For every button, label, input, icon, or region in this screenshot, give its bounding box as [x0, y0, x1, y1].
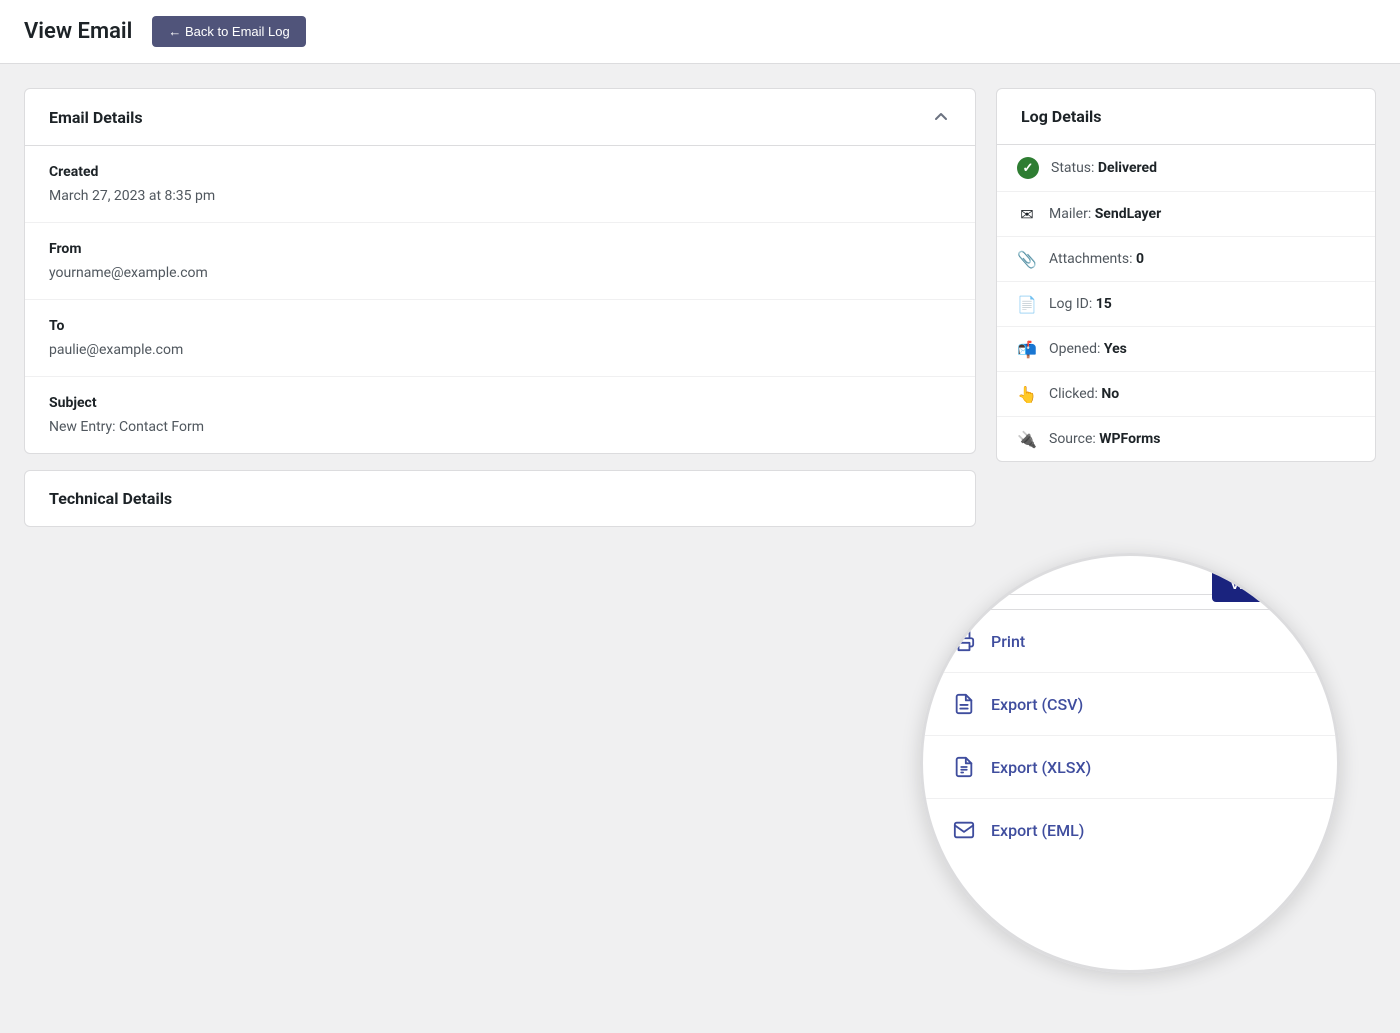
csv-icon: [951, 691, 977, 717]
export-eml-label: Export (EML): [991, 821, 1084, 840]
created-value: March 27, 2023 at 8:35 pm: [49, 188, 951, 204]
log-details-header: Log Details: [997, 89, 1375, 145]
log-source-text: Source: WPForms: [1049, 431, 1160, 447]
export-eml-action[interactable]: Export (EML): [923, 799, 1337, 861]
log-status-text: Status: Delivered: [1051, 160, 1157, 176]
log-mailer-value: SendLayer: [1095, 206, 1162, 222]
log-opened-text: Opened: Yes: [1049, 341, 1127, 357]
technical-details-header: Technical Details: [25, 471, 975, 526]
log-item-attachments: 📎 Attachments: 0: [997, 237, 1375, 282]
check-circle-icon: [1017, 157, 1039, 179]
view-email-button[interactable]: View Email: [1212, 566, 1321, 602]
created-label: Created: [49, 164, 951, 180]
log-details-card: Log Details Status: Delivered ✉ Mailer: …: [996, 88, 1376, 462]
log-clicked-value: No: [1101, 386, 1119, 402]
from-row: From yourname@example.com: [25, 223, 975, 300]
page-title: View Email: [24, 19, 132, 44]
log-attachments-text: Attachments: 0: [1049, 251, 1144, 267]
log-item-opened: 📬 Opened: Yes: [997, 327, 1375, 372]
plug-icon: 🔌: [1017, 429, 1037, 449]
email-details-card: Email Details Created March 27, 2023 at …: [24, 88, 976, 454]
log-source-value: WPForms: [1099, 431, 1160, 447]
log-id-text: Log ID: 15: [1049, 296, 1112, 312]
paperclip-icon: 📎: [1017, 249, 1037, 269]
created-row: Created March 27, 2023 at 8:35 pm: [25, 146, 975, 223]
open-envelope-icon: 📬: [1017, 339, 1037, 359]
subject-label: Subject: [49, 395, 951, 411]
xlsx-icon: [951, 754, 977, 780]
page-header: View Email ← Back to Email Log: [0, 0, 1400, 64]
main-content: Email Details Created March 27, 2023 at …: [0, 64, 1400, 551]
export-xlsx-action[interactable]: Export (XLSX): [923, 736, 1337, 799]
left-column: Email Details Created March 27, 2023 at …: [24, 88, 976, 527]
actions-list: Print Export (CSV): [923, 610, 1337, 861]
log-opened-value: Yes: [1104, 341, 1127, 357]
log-details-title: Log Details: [1021, 107, 1102, 126]
cursor-icon: 👆: [1017, 384, 1037, 404]
print-label: Print: [991, 632, 1025, 651]
print-icon: [951, 628, 977, 654]
export-csv-action[interactable]: Export (CSV): [923, 673, 1337, 736]
to-value: paulie@example.com: [49, 342, 951, 358]
to-row: To paulie@example.com: [25, 300, 975, 377]
print-action[interactable]: Print: [923, 610, 1337, 673]
export-xlsx-label: Export (XLSX): [991, 758, 1091, 777]
email-details-header: Email Details: [25, 89, 975, 146]
envelope-icon: ✉: [1017, 204, 1037, 224]
log-clicked-text: Clicked: No: [1049, 386, 1119, 402]
eml-icon: [951, 817, 977, 843]
log-id-value: 15: [1096, 296, 1112, 312]
back-to-email-log-button[interactable]: ← Back to Email Log: [152, 16, 305, 47]
subject-value: New Entry: Contact Form: [49, 419, 951, 435]
log-attachments-value: 0: [1136, 251, 1144, 267]
to-label: To: [49, 318, 951, 334]
log-item-mailer: ✉ Mailer: SendLayer: [997, 192, 1375, 237]
log-item-clicked: 👆 Clicked: No: [997, 372, 1375, 417]
log-mailer-text: Mailer: SendLayer: [1049, 206, 1161, 222]
actions-circle-overlay: Actions View Email Print: [920, 553, 1340, 973]
subject-row: Subject New Entry: Contact Form: [25, 377, 975, 453]
collapse-icon[interactable]: [931, 107, 951, 127]
from-label: From: [49, 241, 951, 257]
technical-details-card: Technical Details: [24, 470, 976, 527]
from-value: yourname@example.com: [49, 265, 951, 281]
export-csv-label: Export (CSV): [991, 695, 1083, 714]
log-item-log-id: 📄 Log ID: 15: [997, 282, 1375, 327]
document-icon: 📄: [1017, 294, 1037, 314]
log-item-source: 🔌 Source: WPForms: [997, 417, 1375, 461]
log-status-value: Delivered: [1098, 160, 1157, 176]
technical-details-title: Technical Details: [49, 489, 172, 508]
log-item-status: Status: Delivered: [997, 145, 1375, 192]
email-details-title: Email Details: [49, 108, 143, 127]
right-column: Log Details Status: Delivered ✉ Mailer: …: [996, 88, 1376, 527]
